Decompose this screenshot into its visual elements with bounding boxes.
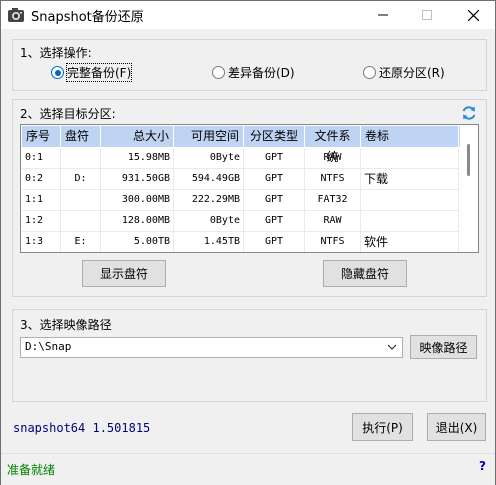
image-path-combobox[interactable]: D:\Snap	[20, 337, 403, 358]
image-path-value: D:\Snap	[25, 340, 72, 353]
cell-partition-type: GPT	[244, 190, 305, 211]
col-filesystem[interactable]: 文件系统	[305, 126, 361, 164]
status-bar: 准备就绪 ?	[1, 453, 495, 485]
cell-index: 0:2	[22, 169, 61, 190]
cell-partition-type: GPT	[244, 232, 305, 252]
cell-index: 1:3	[22, 232, 61, 252]
browse-image-path-button[interactable]: 映像路径	[410, 335, 477, 359]
radio-full-backup[interactable]: 完整备份(F)	[51, 63, 133, 82]
cell-filesystem: FAT32	[305, 190, 361, 211]
window-title: Snapshot备份还原	[31, 10, 144, 25]
minimize-button[interactable]	[361, 1, 405, 29]
cell-drive: E:	[61, 232, 101, 252]
col-index[interactable]: 序号	[22, 126, 61, 147]
cell-total-size: 15.98MB	[101, 148, 174, 169]
partition-label: 2、选择目标分区:	[20, 107, 116, 121]
status-text: 准备就绪	[7, 463, 56, 477]
cell-filesystem: NTFS	[305, 232, 361, 252]
operation-panel: 1、选择操作: 完整备份(F) 差异备份(D) 还原分区(R)	[12, 39, 487, 91]
version-text: snapshot64 1.501815	[13, 421, 151, 435]
cell-partition-type: GPT	[244, 148, 305, 169]
cell-filesystem: RAW	[305, 211, 361, 232]
table-scrollbar[interactable]	[460, 126, 477, 251]
radio-full-backup-label: 完整备份(F)	[65, 63, 133, 82]
radio-full-backup-dot	[51, 66, 64, 79]
radio-restore-label: 还原分区(R)	[379, 66, 445, 80]
execute-button[interactable]: 执行(P)	[352, 413, 413, 441]
radio-diff-backup-label: 差异备份(D)	[228, 66, 295, 80]
hide-drive-letter-button[interactable]: 隐藏盘符	[323, 260, 407, 287]
maximize-button[interactable]	[405, 1, 449, 29]
cell-index: 1:2	[22, 211, 61, 232]
cell-drive	[61, 148, 101, 169]
cell-free-space: 1.45TB	[174, 232, 244, 252]
cell-volume-label: 下载	[361, 169, 459, 190]
help-icon[interactable]: ?	[479, 459, 486, 473]
table-header: 序号 盘符 总大小 可用空间 分区类型 文件系统 卷标	[22, 126, 477, 164]
radio-restore-dot	[363, 66, 376, 79]
close-button[interactable]	[451, 1, 495, 29]
cell-total-size: 300.00MB	[101, 190, 174, 211]
cell-filesystem: NTFS	[305, 169, 361, 190]
operation-label: 1、选择操作:	[20, 46, 92, 60]
col-free-space[interactable]: 可用空间	[174, 126, 244, 147]
show-drive-letter-button[interactable]: 显示盘符	[82, 260, 166, 287]
cell-free-space: 0Byte	[174, 148, 244, 169]
table-row[interactable]: 1:2 128.00MB 0Byte GPT RAW	[22, 211, 459, 232]
cell-partition-type: GPT	[244, 169, 305, 190]
radio-restore[interactable]: 还原分区(R)	[363, 64, 445, 81]
app-icon	[8, 8, 24, 22]
scrollbar-thumb[interactable]	[467, 144, 470, 176]
cell-drive	[61, 190, 101, 211]
cell-index: 0:1	[22, 148, 61, 169]
col-partition-type[interactable]: 分区类型	[244, 126, 305, 147]
minimize-icon	[378, 14, 388, 16]
cell-volume-label	[361, 190, 459, 211]
col-total-size[interactable]: 总大小	[101, 126, 174, 147]
app-window: Snapshot备份还原 1、选择操作: 完整备份(F) 差异备份(D) 还原分…	[0, 0, 496, 485]
title-bar: Snapshot备份还原	[1, 1, 495, 29]
col-volume-label[interactable]: 卷标	[361, 126, 459, 147]
cell-drive: D:	[61, 169, 101, 190]
maximize-icon	[422, 10, 432, 20]
chevron-down-icon[interactable]	[387, 343, 397, 351]
cell-total-size: 931.50GB	[101, 169, 174, 190]
cell-volume-label	[361, 211, 459, 232]
partition-table[interactable]: 序号 盘符 总大小 可用空间 分区类型 文件系统 卷标 0:1 15.98MB …	[20, 124, 479, 253]
radio-diff-backup[interactable]: 差异备份(D)	[212, 64, 295, 81]
table-row[interactable]: 0:2 D: 931.50GB 594.49GB GPT NTFS 下载	[22, 169, 459, 190]
table-row[interactable]: 1:1 300.00MB 222.29MB GPT FAT32	[22, 190, 459, 211]
cell-volume-label: 软件	[361, 232, 459, 252]
cell-free-space: 0Byte	[174, 211, 244, 232]
cell-total-size: 5.00TB	[101, 232, 174, 252]
cell-filesystem: RAW	[305, 148, 361, 169]
cell-free-space: 594.49GB	[174, 169, 244, 190]
refresh-icon[interactable]	[460, 104, 478, 122]
cell-volume-label	[361, 148, 459, 169]
cell-total-size: 128.00MB	[101, 211, 174, 232]
cell-free-space: 222.29MB	[174, 190, 244, 211]
cell-index: 1:1	[22, 190, 61, 211]
exit-button[interactable]: 退出(X)	[427, 413, 486, 441]
cell-drive	[61, 211, 101, 232]
col-drive[interactable]: 盘符	[61, 126, 101, 147]
image-path-label: 3、选择映像路径	[20, 318, 112, 332]
table-body: 0:1 15.98MB 0Byte GPT RAW 0:2 D: 931.50G…	[22, 148, 459, 252]
table-row[interactable]: 1:3 E: 5.00TB 1.45TB GPT NTFS 软件	[22, 232, 459, 252]
close-icon	[467, 9, 479, 21]
table-row[interactable]: 0:1 15.98MB 0Byte GPT RAW	[22, 148, 459, 169]
cell-partition-type: GPT	[244, 211, 305, 232]
radio-diff-backup-dot	[212, 66, 225, 79]
